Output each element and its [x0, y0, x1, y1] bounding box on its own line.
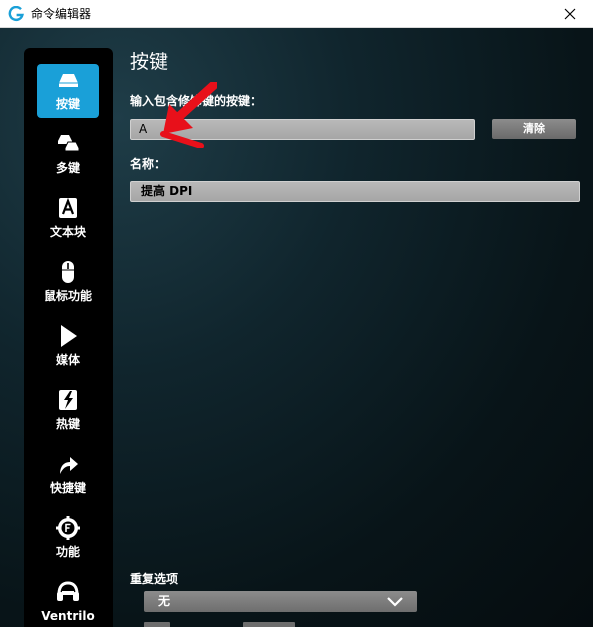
name-label: 名称：	[130, 157, 167, 171]
hotkey-icon	[59, 390, 77, 410]
text-block-icon	[59, 197, 77, 218]
keystroke-editor-panel: 按键 输入包含修饰键的按键： A 清除 名称： 提高 DPI 重复选项 无	[130, 28, 593, 627]
sidebar-item-keystroke[interactable]: 按键	[37, 64, 99, 118]
sidebar-item-label: 文本块	[49, 225, 86, 239]
window-body: 按键 多键 文本块 鼠标功能 媒体 热键 快捷键 功能 Ventrilo 按键 …	[0, 28, 593, 627]
sidebar-item-label: 鼠标功能	[43, 289, 92, 303]
sidebar-item-label: 媒体	[55, 353, 80, 367]
keystroke-label: 输入包含修饰键的按键：	[130, 94, 263, 108]
sidebar-item-media[interactable]: 媒体	[37, 320, 99, 374]
sidebar-item-label: 功能	[55, 545, 80, 559]
ventrilo-headset-icon	[57, 581, 79, 601]
sidebar-item-ventrilo[interactable]: Ventrilo	[37, 576, 99, 627]
clear-button[interactable]: 清除	[492, 119, 576, 139]
page-title: 按键	[130, 51, 169, 73]
chevron-down-icon	[387, 597, 403, 607]
sidebar-item-label: 多键	[55, 161, 80, 175]
sidebar-item-label: Ventrilo	[41, 609, 95, 623]
media-play-icon	[61, 325, 77, 347]
function-f-icon	[56, 516, 80, 540]
sidebar-item-label: 快捷键	[49, 481, 86, 495]
multi-key-icon	[58, 135, 80, 152]
logitech-g-logo-icon	[8, 6, 24, 22]
keystroke-input[interactable]: A	[130, 119, 475, 140]
sidebar-item-mouse-function[interactable]: 鼠标功能	[37, 256, 99, 310]
repeat-options-select[interactable]: 无	[144, 591, 417, 612]
sidebar-item-multikey[interactable]: 多键	[37, 128, 99, 182]
command-type-sidebar: 按键 多键 文本块 鼠标功能 媒体 热键 快捷键 功能 Ventrilo	[24, 48, 113, 627]
name-input[interactable]: 提高 DPI	[130, 181, 580, 202]
mouse-icon	[62, 261, 74, 283]
sidebar-item-hotkey[interactable]: 热键	[37, 384, 99, 438]
sidebar-item-function[interactable]: 功能	[37, 512, 99, 566]
shortcut-arrow-icon	[60, 457, 78, 474]
sidebar-item-label: 热键	[55, 417, 80, 431]
repeat-options-value: 无	[158, 594, 171, 608]
cut-off-control	[144, 622, 170, 627]
cut-off-control	[243, 622, 295, 627]
title-bar: 命令编辑器	[0, 0, 593, 28]
window-title: 命令编辑器	[31, 7, 92, 21]
repeat-options-label: 重复选项	[130, 572, 179, 586]
sidebar-item-text-block[interactable]: 文本块	[37, 192, 99, 246]
close-button[interactable]	[547, 0, 593, 28]
sidebar-item-shortcut[interactable]: 快捷键	[37, 448, 99, 502]
sidebar-item-label: 按键	[55, 97, 80, 111]
keyboard-key-icon	[59, 74, 78, 87]
cut-off-row	[130, 620, 330, 627]
close-icon	[564, 8, 576, 20]
